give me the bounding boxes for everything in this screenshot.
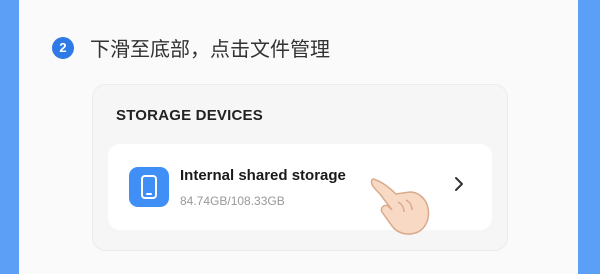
phone-storage-icon <box>129 167 169 207</box>
step-instruction-text: 下滑至底部，点击文件管理 <box>90 37 330 61</box>
storage-usage: 84.74GB/108.33GB <box>180 194 285 208</box>
step-number-badge: 2 <box>52 36 74 59</box>
step-instruction: 2 下滑至底部，点击文件管理 <box>52 33 330 62</box>
tap-hand-icon <box>370 178 430 235</box>
storage-devices-card: STORAGE DEVICES Internal shared storage … <box>92 84 508 251</box>
section-title: STORAGE DEVICES <box>116 107 263 124</box>
chevron-right-icon <box>455 177 463 191</box>
right-edge-bar <box>578 0 600 274</box>
left-edge-bar <box>0 0 19 274</box>
storage-name: Internal shared storage <box>180 167 346 184</box>
